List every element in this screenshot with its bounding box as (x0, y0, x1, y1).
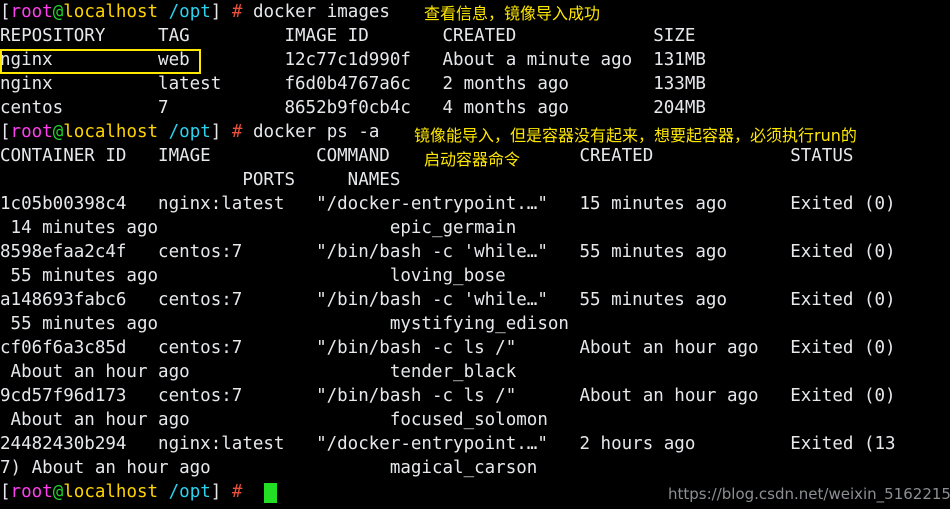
prompt-hostname: localhost (63, 2, 159, 22)
table-row: 1c05b00398c4 nginx:latest "/docker-entry… (0, 194, 896, 214)
table-row: nginx web 12c77c1d990f About a minute ag… (0, 50, 706, 70)
prompt-hostname: localhost (63, 482, 159, 502)
table-row: nginx latest f6d0b4767a6c 2 months ago 1… (0, 74, 706, 94)
prompt-at-symbol: @ (52, 482, 64, 502)
prompt-at-symbol: @ (52, 2, 64, 22)
prompt-hostname: localhost (63, 122, 159, 142)
prompt-line-final: [root@localhost /opt] # (0, 480, 242, 504)
table-row-continuation: 7) About an hour ago magical_carson (0, 458, 538, 478)
prompt-hash-symbol: # (231, 2, 243, 22)
command-docker-images: docker images (252, 2, 390, 22)
table-row: 8598efaa2c4f centos:7 "/bin/bash -c 'whi… (0, 242, 896, 262)
prompt-path: /opt (168, 122, 211, 142)
table-row: 9cd57f96d173 centos:7 "/bin/bash -c ls /… (0, 386, 896, 406)
table-row: 24482430b294 nginx:latest "/docker-entry… (0, 434, 896, 454)
terminal-window[interactable]: [root@localhost /opt] # docker images RE… (0, 0, 950, 509)
prompt-hash-symbol: # (231, 122, 243, 142)
table-row: a148693fabc6 centos:7 "/bin/bash -c 'whi… (0, 290, 896, 310)
table-row-continuation: 14 minutes ago epic_germain (0, 218, 517, 238)
annotation-images-success: 查看信息，镜像导入成功 (424, 4, 601, 23)
annotation-containers-not-running: 镜像能导入，但是容器没有起来，想要起容器，必须执行run的 (414, 126, 857, 145)
prompt-open-bracket: [ (0, 482, 11, 502)
prompt-path: /opt (168, 2, 211, 22)
prompt-open-bracket: [ (0, 2, 11, 22)
table-row-continuation: 55 minutes ago mystifying_edison (0, 314, 569, 334)
table-row-continuation: About an hour ago tender_black (0, 362, 517, 382)
prompt-user: root (10, 482, 53, 502)
ps-table-header-line-2: PORTS NAMES (0, 170, 401, 190)
prompt-line-docker-images: [root@localhost /opt] # docker images (0, 0, 390, 24)
prompt-at-symbol: @ (52, 122, 64, 142)
command-docker-ps-a: docker ps -a (252, 122, 380, 142)
prompt-hash-symbol: # (231, 482, 243, 502)
table-row: cf06f6a3c85d centos:7 "/bin/bash -c ls /… (0, 338, 896, 358)
annotation-run-command: 启动容器命令 (424, 150, 521, 169)
table-row-continuation: About an hour ago focused_solomon (0, 410, 548, 430)
prompt-close-bracket: ] (210, 122, 222, 142)
table-row-continuation: 55 minutes ago loving_bose (0, 266, 506, 286)
images-table-header: REPOSITORY TAG IMAGE ID CREATED SIZE (0, 26, 696, 46)
watermark-url: https://blog.csdn.net/weixin_51622156 (668, 485, 950, 503)
prompt-open-bracket: [ (0, 122, 11, 142)
table-row: centos 7 8652b9f0cb4c 4 months ago 204MB (0, 98, 706, 118)
prompt-user: root (10, 2, 53, 22)
prompt-close-bracket: ] (210, 2, 222, 22)
prompt-line-docker-ps: [root@localhost /opt] # docker ps -a (0, 120, 379, 144)
prompt-path: /opt (168, 482, 211, 502)
text-cursor (264, 483, 277, 503)
prompt-close-bracket: ] (210, 482, 222, 502)
prompt-user: root (10, 122, 53, 142)
